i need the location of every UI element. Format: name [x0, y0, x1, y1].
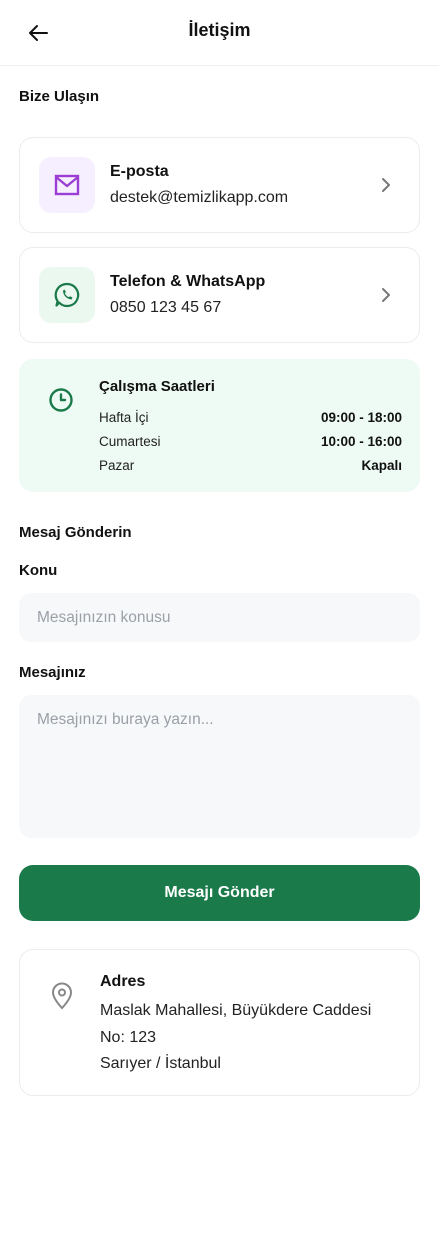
working-hours-card: Çalışma Saatleri Hafta İçi 09:00 - 18:00… — [19, 359, 420, 492]
page-title: İletişim — [188, 20, 251, 40]
chevron-right-icon — [382, 288, 390, 302]
mail-icon — [54, 174, 80, 196]
hours-time: 10:00 - 16:00 — [320, 434, 402, 449]
hours-title: Çalışma Saatleri — [99, 378, 215, 395]
app-header: İletişim — [0, 0, 439, 66]
email-card[interactable]: E-posta destek@temizlikapp.com — [19, 137, 420, 233]
subject-input[interactable] — [19, 593, 420, 642]
address-line: No: 123 — [100, 1029, 157, 1046]
phone-icon-box — [39, 267, 95, 323]
location-pin-icon — [51, 982, 73, 1010]
address-line: Maslak Mahallesi, Büyükdere Caddesi — [100, 1002, 372, 1019]
address-title: Adres — [100, 973, 146, 990]
hours-row-weekday: Hafta İçi 09:00 - 18:00 — [99, 410, 402, 425]
phone-value: 0850 123 45 67 — [110, 299, 222, 316]
subject-label: Konu — [19, 562, 58, 579]
hours-day: Cumartesi — [99, 434, 161, 449]
chevron-right-icon — [382, 178, 390, 192]
hours-time: 09:00 - 18:00 — [320, 410, 402, 425]
send-message-button[interactable]: Mesajı Gönder — [19, 865, 420, 921]
hours-day: Hafta İçi — [99, 410, 149, 425]
message-label: Mesajınız — [19, 664, 86, 681]
message-textarea[interactable] — [19, 695, 420, 838]
clock-icon — [49, 388, 73, 412]
email-icon-box — [39, 157, 95, 213]
hours-time: Kapalı — [361, 458, 402, 473]
address-card: Adres Maslak Mahallesi, Büyükdere Caddes… — [19, 949, 420, 1096]
address-line: Sarıyer / İstanbul — [100, 1055, 221, 1072]
phone-title: Telefon & WhatsApp — [110, 273, 266, 290]
email-title: E-posta — [110, 163, 169, 180]
email-value: destek@temizlikapp.com — [110, 189, 289, 206]
contact-section-title: Bize Ulaşın — [19, 88, 100, 105]
hours-row-saturday: Cumartesi 10:00 - 16:00 — [99, 434, 402, 449]
whatsapp-icon — [54, 282, 80, 308]
form-title: Mesaj Gönderin — [19, 524, 132, 541]
hours-day: Pazar — [99, 458, 135, 473]
hours-row-sunday: Pazar Kapalı — [99, 458, 402, 473]
phone-card[interactable]: Telefon & WhatsApp 0850 123 45 67 — [19, 247, 420, 343]
